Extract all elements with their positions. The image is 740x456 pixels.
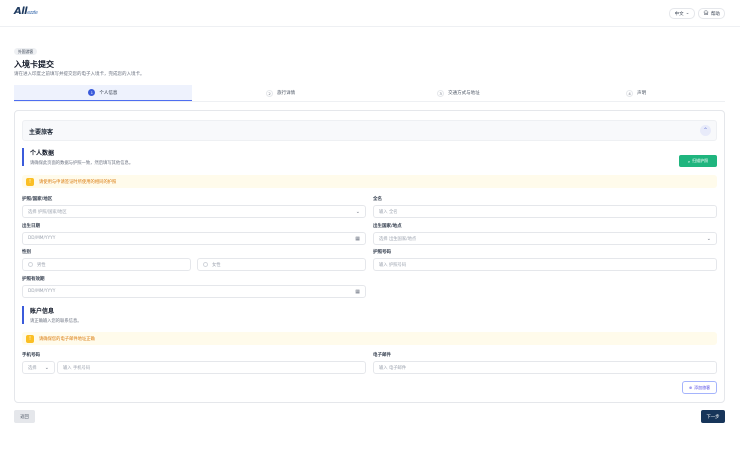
search-icon: ⌕ [687, 158, 691, 164]
passport-number-placeholder: 输入 护照号码 [379, 262, 407, 268]
step-transport-address[interactable]: 3 交通方式与地址 [370, 85, 548, 101]
add-traveler-button[interactable]: ⊕ 添加旅客 [682, 381, 717, 394]
dob-input[interactable]: DD/MM/YYYY ▦ [22, 232, 366, 245]
email-placeholder: 输入 电子邮件 [379, 365, 407, 371]
passport-alert: ! 请使用与申请签证时所使用的相同的护照 [22, 175, 717, 188]
passport-number-label: 护照号码 [373, 250, 391, 255]
logo[interactable]: Allezzle [14, 6, 38, 17]
full-name-placeholder: 输入 全名 [379, 209, 398, 215]
next-button[interactable]: 下一步 [701, 410, 725, 423]
step-personal-info[interactable]: 1 个人信息 [14, 85, 192, 101]
calendar-icon[interactable]: ▦ [355, 289, 360, 295]
passport-expiry-label: 护照有效期 [22, 277, 45, 282]
full-name-input[interactable]: 输入 全名 [373, 205, 717, 218]
warning-icon: ! [26, 177, 34, 186]
step-label: 旅行详情 [277, 91, 296, 96]
gender-male-radio[interactable]: 男性 [22, 258, 191, 271]
alert-text: 请确保您的电子邮件地址正确 [39, 336, 95, 342]
personal-data-heading: 个人数据 请确保此页面的数据与护照一致，然后填写其他信息。 [22, 148, 133, 166]
passport-expiry-placeholder: DD/MM/YYYY [28, 289, 56, 294]
plus-circle-icon: ⊕ [688, 385, 693, 390]
radio-icon [28, 262, 33, 267]
step-label: 个人信息 [99, 90, 118, 96]
scan-label: 扫描护照 [692, 158, 709, 163]
help-label: 帮助 [710, 11, 720, 17]
phone-input[interactable]: 输入 手机号码 [57, 361, 366, 374]
step-label: 声明 [637, 91, 647, 96]
top-header [0, 0, 740, 27]
step-number: 1 [88, 89, 96, 96]
chevron-down-icon: ⌄ [706, 235, 711, 242]
birth-place-placeholder: 选择 出生国家/地点 [379, 236, 417, 242]
gender-female-radio[interactable]: 女性 [197, 258, 366, 271]
nationality-placeholder: 选择 护照/国家/地区 [28, 209, 67, 215]
step-label: 交通方式与地址 [448, 91, 480, 96]
nationality-label: 护照/国家/地区 [22, 197, 53, 202]
chevron-down-icon: ⌄ [685, 11, 690, 16]
chevron-down-icon: ⌄ [44, 364, 49, 371]
dob-label: 出生日期 [22, 224, 40, 229]
account-desc: 请正确输入您的联系信息。 [30, 319, 82, 324]
help-button[interactable]: 🎧︎ 帮助 [698, 8, 725, 19]
add-traveler-label: 添加旅客 [694, 384, 711, 390]
logo-sub: ezzle [27, 10, 38, 16]
page-subtitle: 请在进入印度之前填写并提交您的电子入境卡，完成您的入境卡。 [14, 72, 145, 77]
main-traveler-header[interactable]: 主要旅客 ⌃ [22, 120, 717, 141]
nationality-select[interactable]: 选择 护照/国家/地区 ⌄ [22, 205, 366, 218]
back-button[interactable]: 返回 [14, 410, 35, 423]
headset-icon: 🎧︎ [703, 11, 709, 16]
personal-desc: 请确保此页面的数据与护照一致，然后填写其他信息。 [30, 161, 134, 166]
language-label: 中文 [674, 11, 684, 17]
birth-place-label: 出生国家/地点 [373, 224, 402, 229]
step-number: 3 [437, 89, 445, 97]
calendar-icon[interactable]: ▦ [355, 236, 360, 242]
scan-passport-button[interactable]: ⌕ 扫描护照 [679, 155, 717, 167]
chevron-down-icon: ⌄ [355, 208, 360, 215]
section-title: 主要旅客 [29, 129, 54, 136]
full-name-label: 全名 [373, 197, 382, 202]
email-input[interactable]: 输入 电子邮件 [373, 361, 717, 374]
step-number: 2 [266, 89, 274, 97]
dob-placeholder: DD/MM/YYYY [28, 236, 56, 241]
alert-text: 请使用与申请签证时所使用的相同的护照 [39, 179, 117, 185]
male-label: 男性 [37, 262, 46, 268]
visitor-badge: 外国游客 [14, 48, 38, 55]
step-travel-details[interactable]: 2 旅行详情 [192, 85, 370, 101]
chevron-up-icon[interactable]: ⌃ [700, 125, 711, 136]
account-title: 账户信息 [30, 308, 55, 315]
stepper: 1 个人信息 2 旅行详情 3 交通方式与地址 4 声明 [14, 85, 725, 102]
email-alert: ! 请确保您的电子邮件地址正确 [22, 332, 717, 345]
gender-label: 性别 [22, 250, 31, 255]
step-number: 4 [626, 89, 634, 97]
country-code-value: 选择 [28, 365, 37, 371]
warning-icon: ! [26, 334, 34, 343]
phone-placeholder: 输入 手机号码 [63, 365, 91, 371]
phone-label: 手机号码 [22, 353, 40, 358]
passport-expiry-input[interactable]: DD/MM/YYYY ▦ [22, 285, 366, 298]
language-select[interactable]: 中文 ⌄ [669, 8, 695, 19]
email-label: 电子邮件 [373, 353, 391, 358]
passport-number-input[interactable]: 输入 护照号码 [373, 258, 717, 271]
page-title: 入境卡提交 [14, 60, 54, 69]
female-label: 女性 [212, 262, 221, 268]
birth-place-select[interactable]: 选择 出生国家/地点 ⌄ [373, 232, 717, 245]
account-info-heading: 账户信息 请正确输入您的联系信息。 [22, 306, 82, 324]
country-code-select[interactable]: 选择 ⌄ [22, 361, 55, 374]
personal-title: 个人数据 [30, 150, 55, 157]
logo-text: All [14, 6, 28, 17]
step-declaration[interactable]: 4 声明 [547, 85, 725, 101]
radio-icon [203, 262, 208, 267]
